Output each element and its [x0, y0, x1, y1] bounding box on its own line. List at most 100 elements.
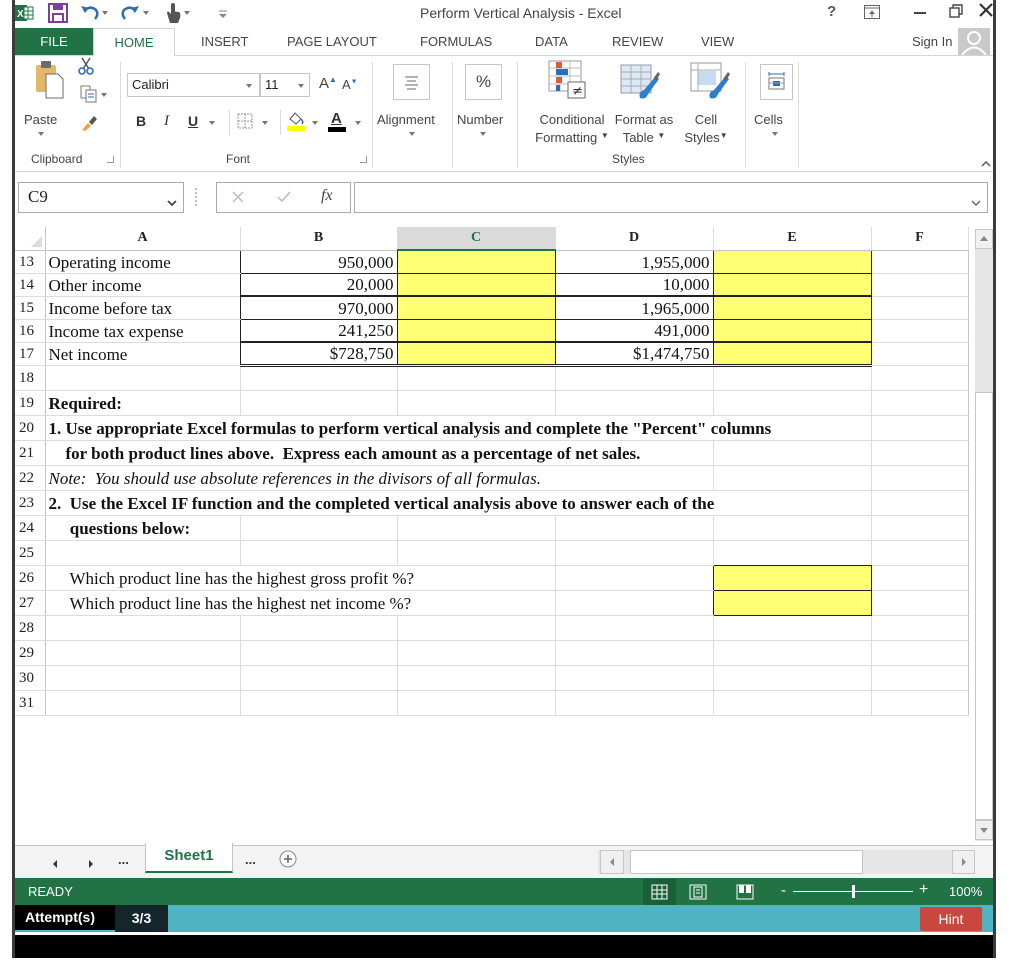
cut-icon[interactable] [78, 57, 94, 75]
cell-a22[interactable]: Note: You should use absolute references… [45, 465, 714, 491]
font-size-dropdown-icon[interactable] [298, 84, 304, 88]
cell-f31[interactable] [871, 690, 969, 716]
formula-input[interactable] [354, 182, 988, 213]
alignment-icon[interactable] [393, 64, 430, 100]
page-break-preview-icon[interactable] [736, 884, 754, 900]
cell-e13[interactable] [712, 249, 872, 274]
cell-e27[interactable] [712, 590, 872, 616]
row-header-23[interactable]: 23 [15, 490, 46, 516]
cell-d31[interactable] [555, 690, 714, 716]
cell-b31[interactable] [240, 690, 398, 716]
bold-button[interactable]: B [136, 113, 146, 129]
cell-a17[interactable]: Net income [45, 342, 241, 366]
underline-button[interactable]: U [188, 113, 198, 129]
cell-e21[interactable] [713, 440, 872, 466]
zoom-slider-thumb[interactable] [852, 885, 855, 898]
scroll-right-button[interactable] [952, 850, 975, 874]
sheets-overflow-left[interactable]: ... [118, 852, 129, 867]
previous-sheet-icon[interactable] [51, 856, 59, 868]
row-header-13[interactable]: 13 [15, 250, 46, 274]
row-header-30[interactable]: 30 [15, 665, 46, 691]
cancel-entry-icon[interactable] [231, 190, 245, 204]
row-header-27[interactable]: 27 [15, 590, 46, 616]
row-header-25[interactable]: 25 [15, 540, 46, 566]
format-as-table-icon[interactable] [620, 64, 660, 102]
scroll-up-button[interactable] [975, 229, 993, 249]
cell-b30[interactable] [240, 665, 398, 691]
borders-dropdown-icon[interactable] [262, 121, 268, 125]
row-header-31[interactable]: 31 [15, 690, 46, 716]
next-sheet-icon[interactable] [87, 856, 95, 868]
cell-d27[interactable] [555, 590, 714, 616]
fill-color-dropdown-icon[interactable] [312, 121, 318, 125]
conditional-formatting-icon[interactable]: ≠ [548, 60, 588, 100]
cell-a29[interactable] [45, 640, 241, 666]
cell-a25[interactable] [45, 540, 241, 566]
font-name-combobox[interactable]: Calibri [127, 73, 260, 97]
cell-styles-icon[interactable] [690, 62, 730, 102]
cell-b17[interactable]: $728,750 [239, 341, 398, 367]
cell-a13[interactable]: Operating income [45, 250, 241, 274]
zoom-level[interactable]: 100% [949, 884, 982, 899]
cell-d16[interactable]: 491,000 [554, 318, 714, 343]
underline-dropdown-icon[interactable] [209, 121, 215, 125]
tab-data[interactable]: DATA [535, 28, 568, 55]
cell-d19[interactable] [555, 390, 714, 416]
cells-dropdown-icon[interactable] [772, 132, 778, 136]
column-header-d[interactable]: D [555, 227, 714, 251]
cell-a26[interactable]: Which product line has the highest gross… [45, 565, 556, 591]
copy-icon[interactable] [80, 85, 98, 103]
cell-d29[interactable] [555, 640, 714, 666]
cell-c16[interactable] [396, 318, 556, 343]
cell-c18[interactable] [397, 365, 556, 391]
cell-b13[interactable]: 950,000 [239, 249, 398, 274]
cell-a23[interactable]: 2. Use the Excel IF function and the com… [45, 490, 872, 516]
cell-a27[interactable]: Which product line has the highest net i… [45, 590, 556, 616]
font-size-combobox[interactable]: 11 [260, 73, 310, 97]
tab-review[interactable]: REVIEW [612, 28, 663, 55]
row-header-19[interactable]: 19 [15, 390, 46, 416]
number-button[interactable]: Number [457, 112, 503, 128]
cell-e28[interactable] [713, 615, 872, 641]
scroll-left-button[interactable] [600, 850, 624, 874]
font-color-dropdown-icon[interactable] [355, 121, 361, 125]
cell-f16[interactable] [871, 319, 969, 343]
cell-f18[interactable] [871, 365, 969, 391]
tab-view[interactable]: VIEW [701, 28, 734, 55]
cell-c25[interactable] [397, 540, 556, 566]
touch-mode-icon[interactable] [164, 2, 182, 24]
cell-d25[interactable] [555, 540, 714, 566]
cell-f27[interactable] [871, 590, 969, 616]
cell-e29[interactable] [713, 640, 872, 666]
cell-styles-button[interactable]: Cell Styles▼ [681, 112, 731, 146]
user-avatar-icon[interactable] [958, 28, 990, 56]
cell-c17[interactable] [396, 341, 556, 367]
cell-e26[interactable] [712, 565, 872, 591]
cell-a18[interactable] [45, 365, 241, 391]
cell-b14[interactable]: 20,000 [239, 272, 398, 297]
scroll-down-button[interactable] [975, 820, 993, 840]
row-header-29[interactable]: 29 [15, 640, 46, 666]
tab-formulas[interactable]: FORMULAS [420, 28, 492, 55]
shrink-font-button[interactable]: A▼ [342, 77, 358, 92]
cell-a19[interactable]: Required: [45, 390, 241, 416]
cell-d24[interactable] [555, 515, 714, 541]
select-all-corner[interactable] [15, 227, 46, 251]
cell-a20[interactable]: 1. Use appropriate Excel formulas to per… [45, 415, 872, 441]
tab-home[interactable]: HOME [93, 28, 175, 56]
row-header-20[interactable]: 20 [15, 415, 46, 441]
sign-in-link[interactable]: Sign In [912, 28, 952, 55]
cell-c19[interactable] [397, 390, 556, 416]
cell-a30[interactable] [45, 665, 241, 691]
cell-a14[interactable]: Other income [45, 273, 241, 297]
cell-f14[interactable] [871, 273, 969, 297]
paste-dropdown-icon[interactable] [38, 132, 44, 136]
cell-c15[interactable] [396, 295, 556, 320]
cell-a24[interactable]: questions below: [45, 515, 241, 541]
zoom-in-button[interactable]: + [919, 881, 928, 899]
font-name-dropdown-icon[interactable] [246, 84, 252, 88]
row-header-28[interactable]: 28 [15, 615, 46, 641]
cell-d26[interactable] [555, 565, 714, 591]
cell-c14[interactable] [396, 272, 556, 297]
cell-d30[interactable] [555, 665, 714, 691]
